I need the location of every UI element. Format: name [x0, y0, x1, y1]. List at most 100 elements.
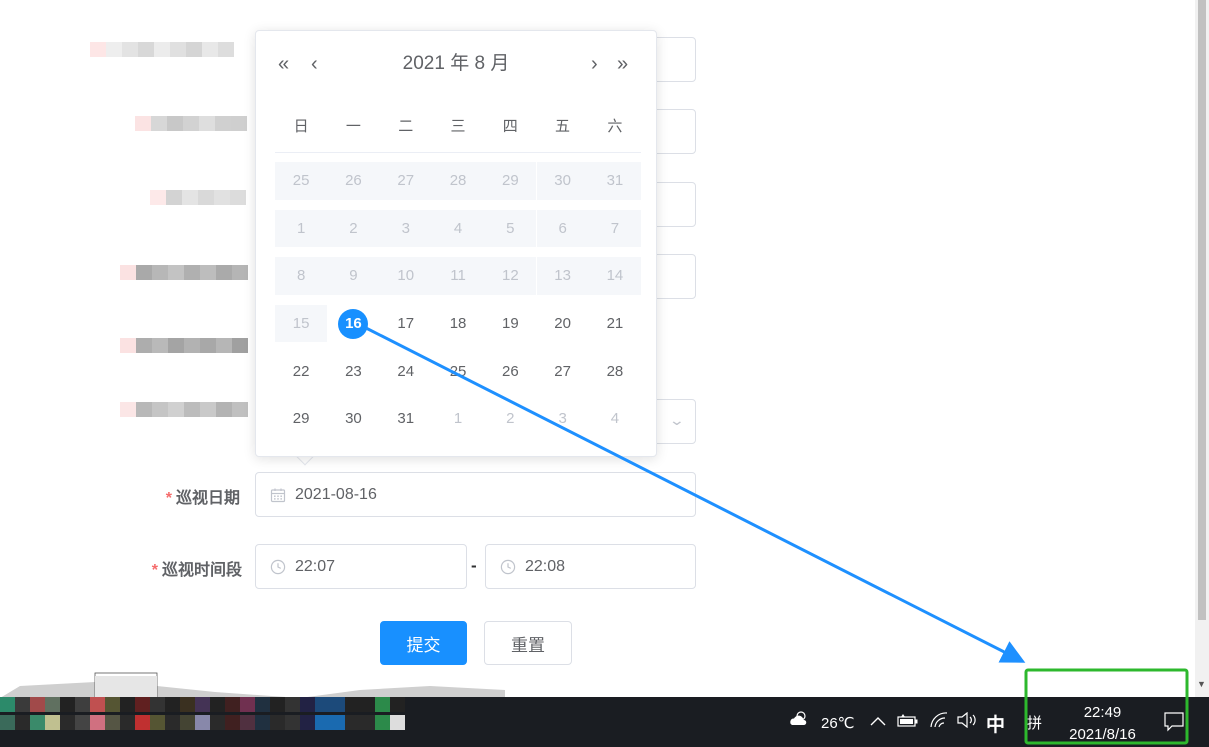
calendar-day[interactable]: 5 — [484, 205, 537, 253]
time-end-input[interactable]: 22:08 — [485, 544, 696, 589]
reset-button[interactable]: 重置 — [484, 621, 572, 665]
calendar-day[interactable]: 22 — [275, 347, 327, 395]
weekday-label: 四 — [502, 118, 518, 135]
calendar-day-label: 15 — [292, 315, 310, 333]
calendar-day[interactable]: 7 — [588, 205, 642, 253]
calendar-day[interactable]: 3 — [537, 395, 589, 443]
calendar-day-label: 31 — [397, 410, 415, 428]
calendar-day-label: 10 — [397, 267, 415, 285]
calendar-day-label: 31 — [606, 172, 624, 190]
calendar-day[interactable]: 20 — [537, 300, 589, 348]
time-start-input[interactable]: 22:07 — [255, 544, 467, 589]
scroll-down-arrow-icon[interactable]: ▼ — [1197, 679, 1206, 689]
calendar-day[interactable]: 2 — [484, 395, 536, 443]
calendar-day[interactable]: 14 — [588, 252, 642, 300]
calendar-day[interactable]: 17 — [380, 300, 432, 348]
calendar-day[interactable]: 10 — [379, 252, 433, 300]
calendar-day[interactable]: 27 — [379, 157, 433, 205]
calendar-day-label: 30 — [554, 172, 571, 190]
calendar-day[interactable]: 30 — [327, 395, 379, 443]
calendar-day[interactable]: 30 — [536, 157, 590, 205]
calendar-week-row: 8 9 10 11 12 13 14 — [275, 252, 642, 300]
wifi-icon[interactable] — [929, 711, 949, 734]
calendar-day[interactable]: 3 — [379, 205, 433, 253]
calendar-day[interactable]: 1 — [275, 205, 328, 253]
blurred-taskbar-apps-2 — [0, 715, 405, 730]
calendar-day-label: 28 — [449, 172, 467, 190]
blurred-taskbar-apps — [0, 697, 405, 712]
calendar-week-row: 29 30 31 1 2 3 4 — [275, 395, 641, 443]
time-start-value: 22:07 — [295, 557, 336, 575]
calendar-day-label: 24 — [397, 362, 415, 380]
calendar-day[interactable]: 28 — [431, 157, 485, 205]
calendar-day[interactable]: 9 — [327, 252, 380, 300]
battery-icon[interactable] — [897, 714, 919, 733]
calendar-day[interactable]: 21 — [589, 300, 641, 348]
next-month-button[interactable]: › — [591, 49, 598, 79]
calendar-day[interactable]: 18 — [432, 300, 484, 348]
system-clock[interactable]: 22:49 2021/8/16 — [1040, 702, 1165, 746]
weekday-label: 二 — [398, 118, 414, 135]
submit-button[interactable]: 提交 — [380, 621, 467, 665]
calendar-day[interactable]: 29 — [484, 157, 537, 205]
calendar-day-selected[interactable]: 16 — [327, 300, 379, 348]
calendar-day[interactable]: 26 — [327, 157, 380, 205]
calendar-day[interactable]: 26 — [484, 347, 536, 395]
calendar-day[interactable]: 29 — [275, 395, 327, 443]
calendar-day[interactable]: 13 — [536, 252, 590, 300]
chevron-down-icon: ⌄ — [668, 412, 686, 428]
calendar-day[interactable]: 25 — [432, 347, 484, 395]
calendar-day[interactable]: 27 — [537, 347, 589, 395]
calendar-day-label: 13 — [554, 267, 571, 285]
calendar-day-label: 17 — [397, 315, 415, 333]
calendar-day[interactable]: 28 — [589, 347, 641, 395]
picker-header: « ‹ 2021 年 8 月 › » — [256, 49, 656, 79]
vertical-scrollbar[interactable]: ▼ — [1195, 0, 1209, 697]
temperature[interactable]: 26℃ — [821, 714, 855, 732]
calendar-day[interactable]: 24 — [380, 347, 432, 395]
calendar-day-label: 12 — [501, 267, 519, 285]
weekday-label: 三 — [450, 118, 466, 135]
scrollbar-thumb[interactable] — [1198, 0, 1206, 620]
calendar-grid: 25 26 27 28 29 30 31 1 2 3 4 5 6 7 8 9 10 11 12 13 14 15 16 17 1… — [275, 157, 642, 443]
weekday-label: 五 — [555, 118, 571, 135]
calendar-week-row: 22 23 24 25 26 27 28 — [275, 347, 641, 395]
blurred-label-4 — [120, 265, 248, 295]
calendar-day-label: 6 — [558, 219, 567, 237]
next-year-button[interactable]: » — [617, 49, 628, 79]
calendar-day-label: 27 — [554, 362, 571, 380]
ime-mode[interactable]: 中 — [986, 710, 1005, 737]
calendar-day-label: 3 — [401, 219, 410, 237]
calendar-day[interactable]: 4 — [589, 395, 641, 443]
calendar-day-label: 20 — [554, 315, 571, 333]
weekday-header: 日 一 二 三 四 五 六 — [275, 115, 641, 153]
calendar-day[interactable]: 1 — [432, 395, 484, 443]
blurred-label-6 — [120, 402, 248, 432]
calendar-day-label: 23 — [345, 362, 362, 380]
calendar-day[interactable]: 6 — [536, 205, 590, 253]
calendar-day-label: 2 — [349, 219, 358, 237]
calendar-day[interactable]: 8 — [275, 252, 328, 300]
volume-icon[interactable] — [956, 711, 978, 733]
calendar-day[interactable]: 19 — [484, 300, 536, 348]
calendar-day[interactable]: 15 — [275, 300, 328, 348]
calendar-day[interactable]: 31 — [588, 157, 642, 205]
calendar-day-label: 7 — [610, 219, 620, 237]
calendar-day[interactable]: 25 — [275, 157, 328, 205]
calendar-day[interactable]: 2 — [327, 205, 380, 253]
calendar-day-label: 19 — [501, 315, 519, 333]
calendar-day[interactable]: 31 — [380, 395, 432, 443]
calendar-week-row: 1 2 3 4 5 6 7 — [275, 205, 642, 253]
calendar-day[interactable]: 23 — [327, 347, 379, 395]
calendar-day[interactable]: 12 — [484, 252, 537, 300]
time-label: * 巡视时间段 — [151, 562, 242, 579]
chevron-up-icon[interactable] — [870, 714, 886, 732]
calendar-day[interactable]: 4 — [431, 205, 485, 253]
date-input[interactable]: 2021-08-16 — [255, 472, 696, 517]
notification-icon[interactable] — [1164, 712, 1184, 737]
calendar-day-label: 3 — [558, 410, 567, 428]
weekday-label: 六 — [607, 118, 623, 135]
calendar-day-label: 11 — [450, 267, 466, 285]
calendar-day[interactable]: 11 — [431, 252, 485, 300]
weather-icon[interactable] — [789, 710, 809, 733]
